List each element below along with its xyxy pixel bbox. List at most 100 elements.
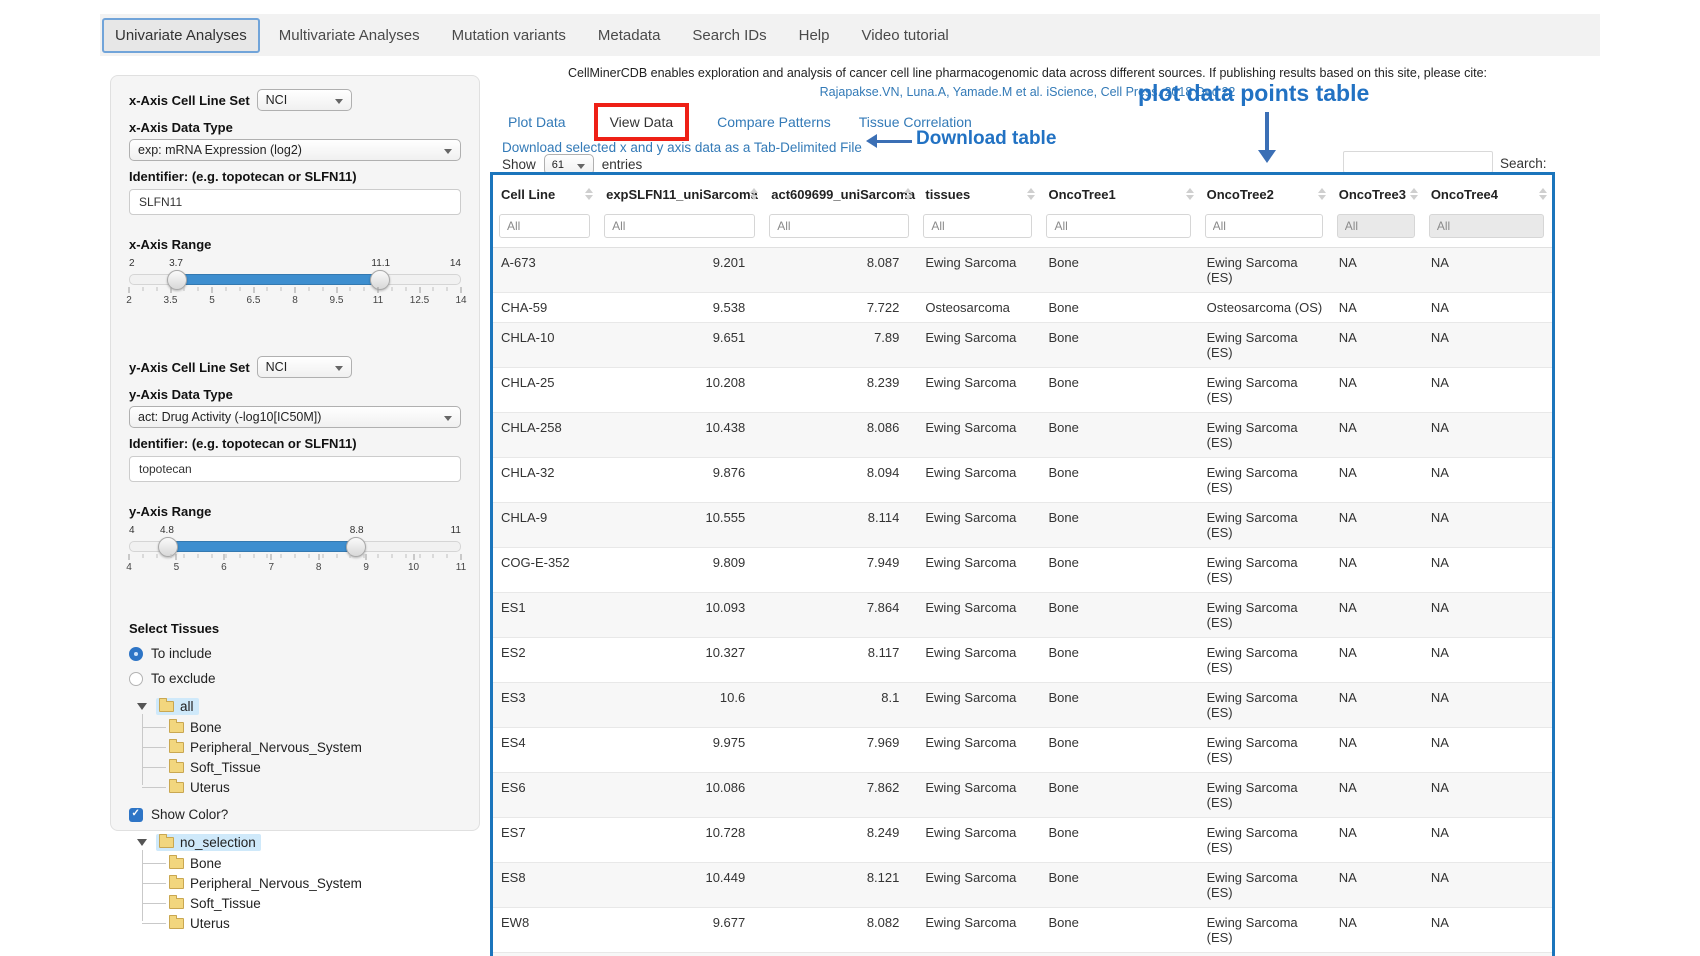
col-header-cell-line[interactable]: Cell Line [493, 175, 598, 212]
filter-input-act609699-unisarcoma[interactable] [769, 214, 909, 238]
nav-tab-mutation-variants[interactable]: Mutation variants [439, 18, 579, 53]
cell-act609699-unisarcoma: 7.89 [763, 323, 917, 368]
color-tree-item-bone[interactable]: Bone [169, 853, 461, 873]
col-header-oncotree1[interactable]: OncoTree1 [1040, 175, 1198, 212]
col-header-tissues[interactable]: tissues [917, 175, 1040, 212]
y-range-minor-tick [142, 554, 143, 558]
filter-input-cell-line[interactable] [499, 214, 590, 238]
y-range-minor-tick [267, 554, 268, 558]
cell-tissues: Ewing Sarcoma [917, 683, 1040, 728]
x-range-minor-tick [184, 287, 185, 291]
filter-input-oncotree3[interactable] [1337, 214, 1415, 238]
cell-act609699-unisarcoma: 7.969 [763, 728, 917, 773]
cell-oncotree4: NA [1423, 413, 1552, 458]
x-cell-line-set-select[interactable]: NCI [257, 89, 352, 111]
tissue-radio-label: To include [151, 646, 212, 661]
filter-input-oncotree2[interactable] [1205, 214, 1323, 238]
filter-cell-tissues [917, 212, 1040, 248]
cell-oncotree4: NA [1423, 638, 1552, 683]
tissue-radio-to-include[interactable]: To include [129, 646, 461, 661]
nav-tab-metadata[interactable]: Metadata [585, 18, 674, 53]
cell-oncotree3: NA [1331, 323, 1423, 368]
y-range-value-labels: 44.88.811 [129, 525, 461, 538]
cell-oncotree4: NA [1423, 908, 1552, 953]
nav-tab-help[interactable]: Help [786, 18, 843, 53]
color-tree-root[interactable]: no_selection [129, 834, 461, 851]
y-range-major-tick [176, 554, 177, 560]
color-tree-item-soft-tissue[interactable]: Soft_Tissue [169, 893, 461, 913]
col-header-act609699-unisarcoma[interactable]: act609699_uniSarcoma [763, 175, 917, 212]
color-tree-item-uterus[interactable]: Uterus [169, 913, 461, 933]
x-range-selected-range [177, 274, 383, 285]
nav-tab-univariate-analyses[interactable]: Univariate Analyses [102, 18, 260, 53]
y-range-minor-tick [239, 554, 240, 558]
cell-oncotree2: Ewing Sarcoma (ES) [1199, 413, 1331, 458]
entries-label: entries [602, 157, 643, 172]
y-cell-line-set-select[interactable]: NCI [257, 356, 352, 378]
nav-tab-video-tutorial[interactable]: Video tutorial [848, 18, 961, 53]
include-tree-item-soft-tissue[interactable]: Soft_Tissue [169, 757, 461, 777]
cell-oncotree3: NA [1331, 728, 1423, 773]
col-header-oncotree2[interactable]: OncoTree2 [1199, 175, 1331, 212]
table-row: CHLA-910.5558.114Ewing SarcomaBoneEwing … [493, 503, 1552, 548]
cell-expslfn11-unisarcoma: 10.438 [598, 413, 763, 458]
y-range-selected-range [168, 541, 359, 552]
y-range-minor-tick [433, 554, 434, 558]
color-tree-root-highlight: no_selection [156, 834, 261, 851]
search-input[interactable] [1343, 151, 1493, 173]
cell-oncotree4: NA [1423, 458, 1552, 503]
nav-tab-multivariate-analyses[interactable]: Multivariate Analyses [266, 18, 433, 53]
x-identifier-input[interactable] [129, 189, 461, 215]
tissue-radio-to-exclude[interactable]: To exclude [129, 671, 461, 686]
tree-caret-icon [137, 839, 147, 846]
tab-view-data[interactable]: View Data [610, 114, 674, 130]
filter-input-oncotree4[interactable] [1429, 214, 1544, 238]
cell-expslfn11-unisarcoma: 10.555 [598, 503, 763, 548]
x-range-minor-tick [308, 287, 309, 291]
include-tree-item-bone[interactable]: Bone [169, 717, 461, 737]
cell-expslfn11-unisarcoma: 10.728 [598, 818, 763, 863]
col-header-label: Cell Line [501, 187, 555, 202]
cell-oncotree3: NA [1331, 248, 1423, 293]
nav-tab-search-ids[interactable]: Search IDs [679, 18, 779, 53]
cell-cell-line: CHLA-258 [493, 413, 598, 458]
cell-expslfn11-unisarcoma: 9.154 [598, 953, 763, 956]
x-range-major-tick [419, 287, 420, 293]
sort-icon [1186, 188, 1194, 200]
y-range-minor-tick [184, 554, 185, 558]
y-range-track [129, 541, 461, 552]
include-tree-root[interactable]: all [129, 698, 461, 715]
y-identifier-input[interactable] [129, 456, 461, 482]
citation-link[interactable]: Rajapakse.VN, Luna.A, Yamade.M et al. iS… [490, 85, 1565, 99]
color-tree-item-peripheral-nervous-system[interactable]: Peripheral_Nervous_System [169, 873, 461, 893]
cell-oncotree3: NA [1331, 863, 1423, 908]
y-range-tick-label: 10 [408, 562, 419, 573]
include-tree-item-peripheral-nervous-system[interactable]: Peripheral_Nervous_System [169, 737, 461, 757]
x-range-major-tick [295, 287, 296, 293]
x-range-major-tick [170, 287, 171, 293]
data-table: Cell Line expSLFN11_uniSarcomaact609699_u… [493, 175, 1552, 956]
x-data-type-select[interactable]: exp: mRNA Expression (log2) [129, 139, 461, 161]
col-header-oncotree4[interactable]: OncoTree4 [1423, 175, 1552, 212]
col-header-expslfn11-unisarcoma[interactable]: expSLFN11_uniSarcoma [598, 175, 763, 212]
download-link[interactable]: Download selected x and y axis data as a… [502, 140, 862, 155]
col-header-oncotree3[interactable]: OncoTree3 [1331, 175, 1423, 212]
table-row: CHLA-2510.2088.239Ewing SarcomaBoneEwing… [493, 368, 1552, 413]
sort-icon [750, 188, 758, 200]
tab-compare-patterns[interactable]: Compare Patterns [717, 114, 831, 130]
tab-plot-data[interactable]: Plot Data [508, 114, 566, 130]
cell-oncotree1: Bone [1040, 593, 1198, 638]
cell-act609699-unisarcoma: 8.249 [763, 818, 917, 863]
show-color-checkbox[interactable] [129, 808, 143, 822]
filter-input-expslfn11-unisarcoma[interactable] [604, 214, 755, 238]
x-range-minor-tick [433, 287, 434, 291]
show-label: Show [502, 157, 536, 172]
filter-input-tissues[interactable] [923, 214, 1032, 238]
y-range-minor-tick [322, 554, 323, 558]
y-data-type-select[interactable]: act: Drug Activity (-log10[IC50M]) [129, 406, 461, 428]
table-filter-row [493, 212, 1552, 248]
folder-icon [169, 762, 184, 773]
include-tree-item-uterus[interactable]: Uterus [169, 777, 461, 797]
x-range-track [129, 274, 461, 285]
filter-input-oncotree1[interactable] [1046, 214, 1190, 238]
